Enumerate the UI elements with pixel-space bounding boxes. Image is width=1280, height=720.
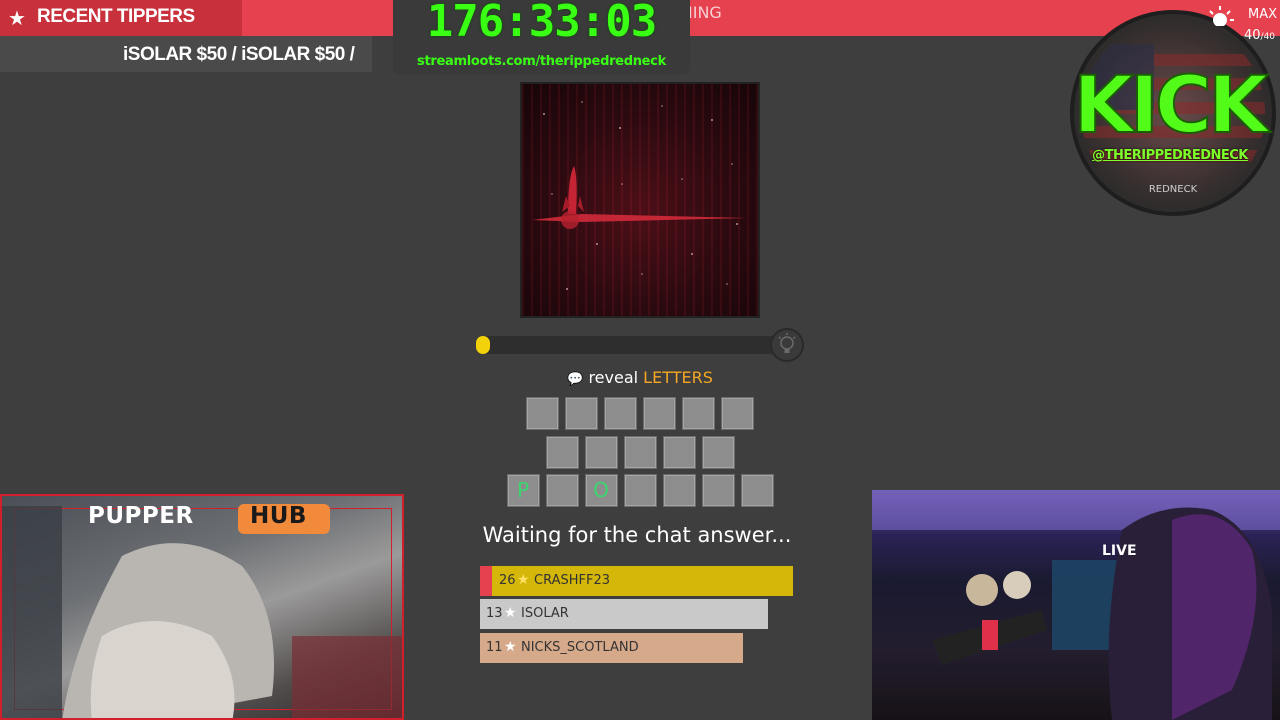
leaderboard-row: 11 ★ NICKS_SCOTLAND bbox=[480, 633, 743, 663]
letter-tile bbox=[643, 397, 676, 430]
letter-tile: P bbox=[506, 474, 540, 507]
subathon-timer: 176:33:03 streamloots.com/therippedredne… bbox=[393, 0, 690, 74]
star-icon: ★ bbox=[8, 6, 26, 30]
hint-progress-bar bbox=[476, 336, 786, 354]
svg-text:KICK: KICK bbox=[1073, 61, 1271, 150]
webcam-left-scene bbox=[2, 506, 402, 718]
leaderboard-row: 26 ★ CRASHFF23 bbox=[480, 566, 793, 596]
svg-text:LIVE: LIVE bbox=[1102, 543, 1137, 559]
letter-tile bbox=[721, 397, 754, 430]
letter-tile bbox=[662, 436, 696, 469]
webcam-right: LIVE bbox=[872, 490, 1280, 720]
letter-tile bbox=[740, 474, 774, 507]
reveal-prompt: 💬 reveal LETTERS bbox=[0, 368, 1280, 387]
chat-bubble-icon: 💬 bbox=[567, 372, 584, 387]
letter-tile bbox=[526, 397, 559, 430]
player-name: ISOLAR bbox=[521, 606, 569, 621]
kick-logo: KICK bbox=[1072, 60, 1276, 150]
recent-tippers-title: RECENT TIPPERS bbox=[37, 6, 195, 27]
kick-handle: @THERIPPEDREDNECK bbox=[1092, 148, 1248, 163]
webcam-right-scene: LIVE bbox=[872, 490, 1280, 720]
letter-tile bbox=[604, 397, 637, 430]
sun-icon bbox=[1209, 6, 1234, 26]
tippers-ticker: iSOLAR $50 / iSOLAR $50 / bbox=[0, 36, 372, 72]
letter-tile bbox=[701, 474, 735, 507]
letter-tile bbox=[701, 436, 735, 469]
reveal-highlight: LETTERS bbox=[643, 368, 713, 387]
webcam-left bbox=[0, 494, 404, 720]
letter-tile bbox=[623, 436, 657, 469]
star-icon: ★ bbox=[504, 605, 517, 621]
hub-logo-text: HUB bbox=[250, 503, 307, 529]
rocket-image bbox=[532, 101, 747, 290]
pupper-logo-text: PUPPER bbox=[88, 503, 194, 529]
player-score: 13 bbox=[486, 606, 503, 621]
leaderboard-row: 13 ★ ISOLAR bbox=[480, 599, 768, 629]
letter-tile bbox=[545, 436, 579, 469]
reveal-prefix: reveal bbox=[588, 368, 639, 387]
star-icon: ★ bbox=[504, 639, 517, 655]
letter-tile bbox=[662, 474, 696, 507]
max-label: MAX bbox=[1248, 7, 1278, 22]
letter-tile bbox=[623, 474, 657, 507]
timer-value: 176:33:03 bbox=[426, 0, 657, 47]
star-icon: ★ bbox=[517, 572, 530, 588]
player-name: NICKS_SCOTLAND bbox=[521, 640, 639, 655]
letter-row bbox=[0, 436, 1280, 469]
svg-text:REDNECK: REDNECK bbox=[1149, 184, 1198, 195]
tippers-ticker-text: iSOLAR $50 / iSOLAR $50 / bbox=[123, 44, 355, 65]
lightbulb-icon bbox=[770, 328, 804, 362]
player-score: 26 bbox=[499, 573, 516, 588]
streamloots-link: streamloots.com/therippedredneck bbox=[417, 54, 666, 69]
quiz-image bbox=[520, 82, 760, 318]
recent-tippers-header: ★ RECENT TIPPERS bbox=[0, 0, 242, 36]
letter-tile: O bbox=[584, 474, 618, 507]
guessed-tag bbox=[480, 566, 492, 596]
letter-tile bbox=[682, 397, 715, 430]
letter-tile bbox=[584, 436, 618, 469]
letter-row bbox=[0, 397, 1280, 430]
hint-progress-fill bbox=[476, 336, 490, 354]
player-name: CRASHFF23 bbox=[534, 573, 611, 588]
player-score: 11 bbox=[486, 640, 503, 655]
viewer-count: 40/40 bbox=[1244, 28, 1276, 43]
letter-tile bbox=[565, 397, 598, 430]
letter-tile bbox=[545, 474, 579, 507]
